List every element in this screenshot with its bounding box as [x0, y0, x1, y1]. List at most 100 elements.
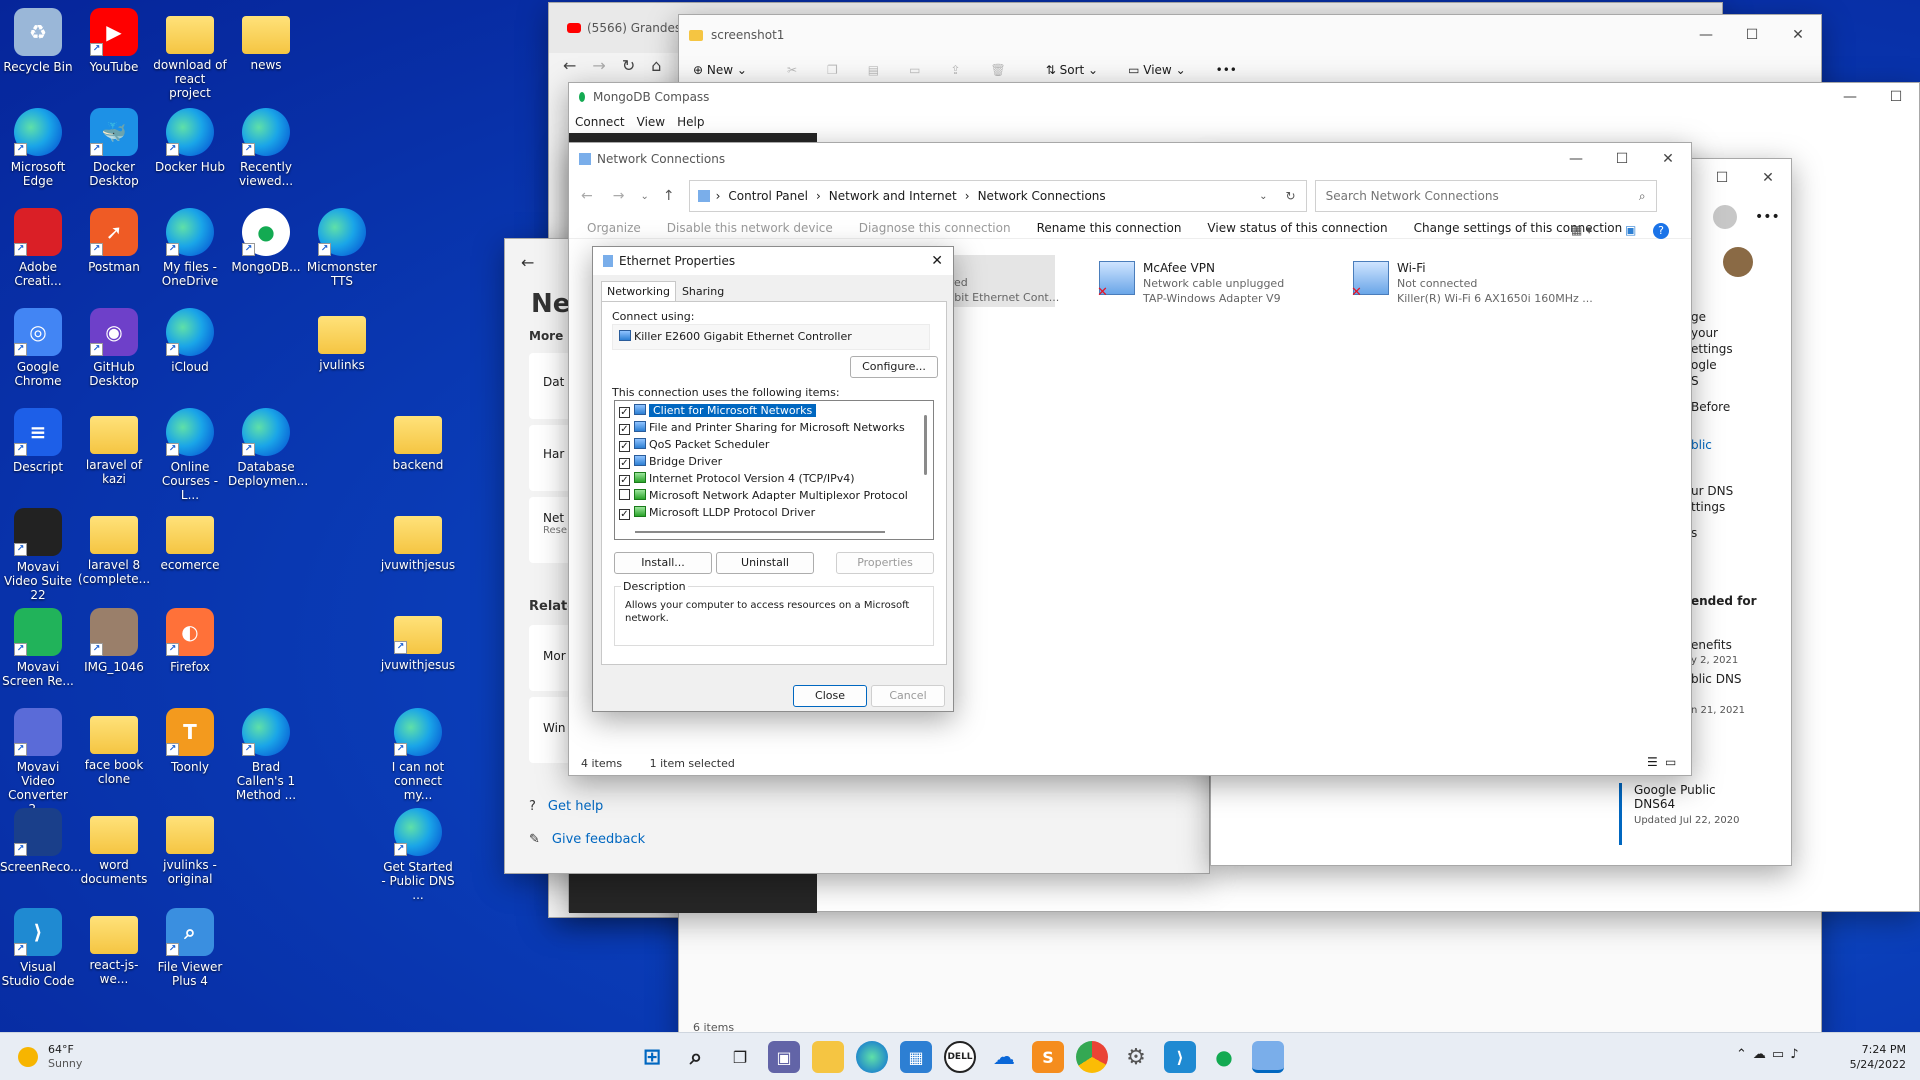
home-icon[interactable]: ⌂ [651, 56, 661, 75]
refresh-icon[interactable]: ↻ [1286, 189, 1296, 203]
item-checkbox[interactable] [619, 424, 630, 435]
minimize-icon[interactable]: — [1683, 27, 1729, 43]
item-checkbox[interactable] [619, 475, 630, 486]
desktop-icon[interactable]: T ↗ Toonly [152, 708, 228, 774]
desktop-icon[interactable]: react-js-we... [76, 908, 152, 986]
desktop-icon[interactable]: ↗ Movavi Video Suite 22 [0, 508, 76, 602]
desktop-icon[interactable]: ↗Movavi Video Converter 2... [0, 708, 76, 816]
item-checkbox[interactable] [619, 509, 630, 520]
item-checkbox[interactable] [619, 407, 630, 418]
desktop-icon[interactable]: ↗ IMG_1046 [76, 608, 152, 674]
desktop-icon[interactable]: ➚ ↗ Postman [76, 208, 152, 274]
start-icon[interactable]: ⊞ [636, 1041, 668, 1073]
settings-icon[interactable]: ⚙ [1120, 1041, 1152, 1073]
minimize-icon[interactable]: — [1553, 151, 1599, 167]
command-rename-this-connection[interactable]: Rename this connection [1037, 221, 1182, 235]
connection-item[interactable]: QoS Packet Scheduler [619, 437, 933, 454]
minimize-icon[interactable]: — [1827, 89, 1873, 105]
desktop-icon[interactable]: ⟩ ↗ Visual Studio Code [0, 908, 76, 988]
details-view-icon[interactable]: ☰ [1647, 755, 1658, 769]
edge-user-avatar[interactable] [1723, 247, 1753, 277]
edge-profile-avatar[interactable] [1713, 205, 1737, 229]
view-options-icon[interactable]: ▦ ▾ [1571, 223, 1592, 237]
close-icon[interactable]: ✕ [1745, 170, 1791, 186]
connection-item[interactable]: File and Printer Sharing for Microsoft N… [619, 420, 933, 437]
mongodb-taskbar-icon[interactable]: ● [1208, 1041, 1240, 1073]
address-bar[interactable]: › Control Panel › Network and Internet ›… [688, 180, 1307, 212]
desktop-icon[interactable]: ↗ Brad Callen's 1 Method ... [228, 708, 304, 802]
breadcrumb-control-panel[interactable]: Control Panel [728, 189, 808, 203]
cut-icon[interactable]: ✂ [787, 63, 797, 77]
desktop-icon[interactable]: laravel of kazi [76, 408, 152, 486]
configure-button[interactable]: Configure... [850, 356, 938, 378]
forward-icon[interactable]: → [613, 188, 625, 204]
file-explorer-icon[interactable] [812, 1041, 844, 1073]
refresh-icon[interactable]: ↻ [622, 56, 635, 75]
view-button[interactable]: ▭ View ⌄ [1128, 63, 1186, 77]
mongodb-menu-help[interactable]: Help [677, 115, 704, 129]
desktop-icon[interactable]: news [228, 8, 304, 72]
get-help-link[interactable]: ? Get help [529, 799, 603, 814]
tab-networking[interactable]: Networking [601, 281, 676, 302]
browser-tab-title[interactable]: (5566) Grandes [587, 21, 681, 35]
more-icon[interactable]: ••• [1216, 63, 1237, 77]
desktop-icon[interactable]: ↗ I can not connect my... [380, 708, 456, 802]
forward-icon[interactable]: → [592, 56, 605, 75]
command-organize[interactable]: Organize [587, 221, 641, 235]
desktop-icon[interactable]: ↗ ScreenReco... [0, 808, 82, 874]
desktop-icon[interactable]: ◉ ↗ GitHub Desktop [76, 308, 152, 388]
close-button[interactable]: Close [793, 685, 867, 707]
onedrive-icon[interactable]: ☁ [988, 1041, 1020, 1073]
back-icon[interactable]: ← [563, 56, 576, 75]
clock-time[interactable]: 7:24 PM [1846, 1042, 1906, 1057]
breadcrumb-network-internet[interactable]: Network and Internet [829, 189, 957, 203]
network-icon[interactable]: ▭ [1772, 1047, 1790, 1062]
tiles-view-icon[interactable]: ▭ [1665, 755, 1676, 769]
delete-icon[interactable]: 🗑 [991, 63, 1006, 77]
desktop-icon[interactable]: ↗ Adobe Creati... [0, 208, 76, 288]
share-icon[interactable]: ⇪ [950, 63, 960, 77]
store-icon[interactable]: ▦ [900, 1041, 932, 1073]
dell-icon[interactable]: DELL [944, 1041, 976, 1073]
cloud-icon[interactable]: ☁ [1753, 1047, 1772, 1062]
sublime-icon[interactable]: S [1032, 1041, 1064, 1073]
adapter-tile[interactable]: ✕ McAfee VPN Network cable unplugged TAP-Wi… [1097, 255, 1339, 307]
close-icon[interactable]: ✕ [1775, 27, 1821, 43]
breadcrumb-network-connections[interactable]: Network Connections [978, 189, 1106, 203]
maximize-icon[interactable]: ☐ [1599, 151, 1645, 167]
command-diagnose-this-connection[interactable]: Diagnose this connection [859, 221, 1011, 235]
command-view-status-of-this-connection[interactable]: View status of this connection [1207, 221, 1387, 235]
desktop-icon[interactable]: ● ↗ MongoDB... [228, 208, 304, 274]
item-checkbox[interactable] [619, 458, 630, 469]
connection-item[interactable]: Microsoft Network Adapter Multiplexor Pr… [619, 488, 933, 505]
desktop-icon[interactable]: ↗ Docker Hub [152, 108, 228, 174]
desktop-icon[interactable]: jvulinks [304, 308, 380, 372]
edge-taskbar-icon[interactable] [856, 1041, 888, 1073]
paste-icon[interactable]: ▤ [868, 63, 879, 77]
give-feedback-link[interactable]: ✎ Give feedback [529, 832, 645, 847]
desktop-icon[interactable]: ecomerce [152, 508, 228, 572]
desktop-icon[interactable]: ◎ ↗ Google Chrome [0, 308, 76, 388]
copy-icon[interactable]: ❐ [827, 63, 838, 77]
ethernet-properties-dialog[interactable]: Ethernet Properties ✕ Networking Sharing… [592, 246, 954, 712]
help-icon[interactable]: ? [1653, 223, 1669, 239]
network-connections-taskbar-icon[interactable] [1252, 1041, 1284, 1073]
settings-back-icon[interactable]: ← [521, 253, 534, 272]
desktop-icon[interactable]: jvulinks - original [152, 808, 228, 886]
adapter-tile[interactable]: ✕ Wi-Fi Not connected Killer(R) Wi-Fi 6 AX1… [1351, 255, 1593, 307]
vscode-taskbar-icon[interactable]: ⟩ [1164, 1041, 1196, 1073]
task-view-icon[interactable]: ❐ [724, 1041, 756, 1073]
volume-icon[interactable]: ♪ [1790, 1047, 1804, 1062]
close-icon[interactable]: ✕ [1645, 151, 1691, 167]
desktop-icon[interactable]: ≡ ↗ Descript [0, 408, 76, 474]
desktop-icon[interactable]: download of react project [152, 8, 228, 100]
desktop-icon[interactable]: ◐ ↗ Firefox [152, 608, 228, 674]
maximize-icon[interactable]: ☐ [1873, 89, 1919, 105]
desktop-icon[interactable]: 🐳 ↗ Docker Desktop [76, 108, 152, 188]
desktop-icon[interactable]: ↗ iCloud [152, 308, 228, 374]
desktop-icon[interactable]: ↗ My files - OneDrive [152, 208, 228, 288]
new-button[interactable]: ⊕ New ⌄ [693, 63, 747, 77]
connection-item[interactable]: Internet Protocol Version 4 (TCP/IPv4) [619, 471, 933, 488]
uninstall-button[interactable]: Uninstall [716, 552, 814, 574]
desktop-icon[interactable]: ↗ Micmonster TTS [304, 208, 380, 288]
